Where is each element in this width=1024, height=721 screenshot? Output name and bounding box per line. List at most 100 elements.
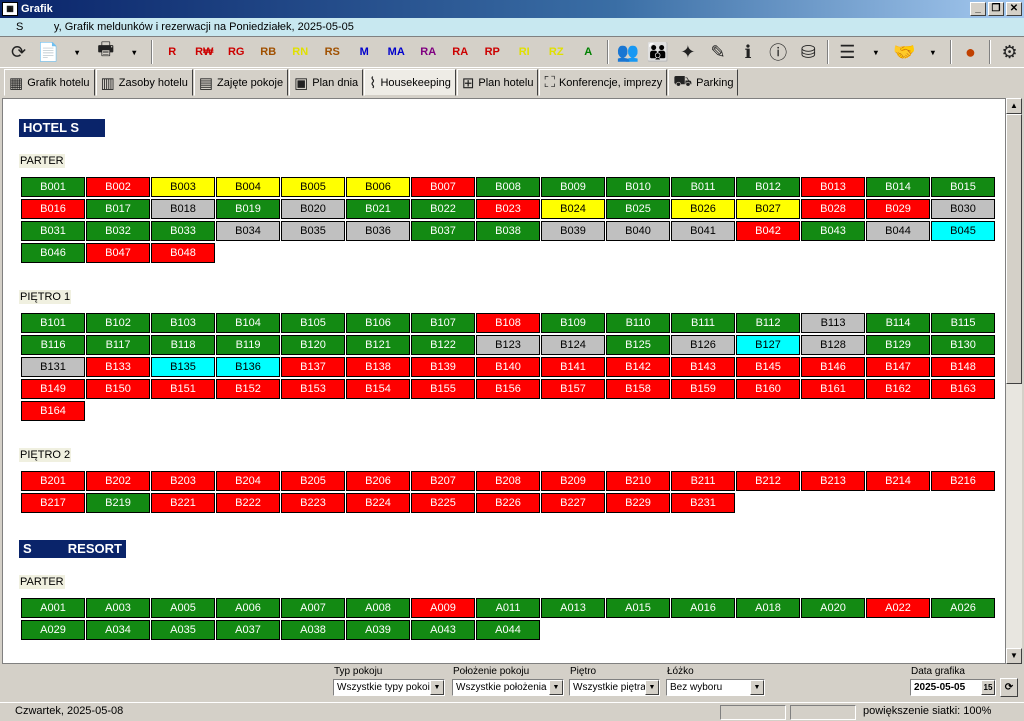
tab-grafik-hotelu[interactable]: ▦ Grafik hotelu: [4, 69, 95, 96]
room-cell[interactable]: A018: [736, 598, 800, 618]
room-cell[interactable]: B019: [216, 199, 280, 219]
room-cell[interactable]: B034: [216, 221, 280, 241]
room-cell[interactable]: B109: [541, 313, 605, 333]
room-cell[interactable]: B027: [736, 199, 800, 219]
room-cell[interactable]: B006: [346, 177, 410, 197]
room-cell[interactable]: B030: [931, 199, 995, 219]
room-cell[interactable]: B028: [801, 199, 865, 219]
room-cell[interactable]: A037: [216, 620, 280, 640]
room-cell[interactable]: B110: [606, 313, 670, 333]
room-cell[interactable]: A001: [21, 598, 85, 618]
room-cell[interactable]: B142: [606, 357, 670, 377]
room-cell[interactable]: B136: [216, 357, 280, 377]
room-cell[interactable]: B023: [476, 199, 540, 219]
export-dropdown-icon[interactable]: ▾: [64, 39, 90, 65]
room-type-select[interactable]: Wszystkie typy pokoi ▼: [333, 679, 445, 696]
floor-select[interactable]: Wszystkie piętra ▼: [569, 679, 660, 696]
room-cell[interactable]: B229: [606, 493, 670, 513]
list-dropdown-icon[interactable]: ▾: [863, 39, 889, 65]
room-cell[interactable]: B007: [411, 177, 475, 197]
room-cell[interactable]: B213: [801, 471, 865, 491]
status-filter-button[interactable]: R₩: [189, 39, 219, 65]
room-cell[interactable]: B127: [736, 335, 800, 355]
tab-zasoby-hotelu[interactable]: ▥ Zasoby hotelu: [95, 69, 193, 96]
tab-konferencje-imprezy[interactable]: ⛶ Konferencje, imprezy: [539, 69, 668, 96]
room-cell[interactable]: B046: [21, 243, 85, 263]
status-filter-button[interactable]: RA: [445, 39, 475, 65]
room-cell[interactable]: B026: [671, 199, 735, 219]
room-cell[interactable]: B216: [931, 471, 995, 491]
room-cell[interactable]: B217: [21, 493, 85, 513]
room-cell[interactable]: B116: [21, 335, 85, 355]
room-cell[interactable]: B164: [21, 401, 85, 421]
room-cell[interactable]: B008: [476, 177, 540, 197]
minimize-button[interactable]: _: [970, 2, 986, 16]
room-cell[interactable]: B141: [541, 357, 605, 377]
room-cell[interactable]: B042: [736, 221, 800, 241]
room-cell[interactable]: B101: [21, 313, 85, 333]
room-cell[interactable]: B024: [541, 199, 605, 219]
room-cell[interactable]: B113: [801, 313, 865, 333]
room-cell[interactable]: A022: [866, 598, 930, 618]
handshake-icon[interactable]: 🤝: [890, 39, 919, 65]
status-filter-button[interactable]: R: [157, 39, 187, 65]
room-cell[interactable]: B162: [866, 379, 930, 399]
room-cell[interactable]: B154: [346, 379, 410, 399]
print-dropdown-icon[interactable]: ▾: [121, 39, 147, 65]
room-cell[interactable]: B203: [151, 471, 215, 491]
room-cell[interactable]: B015: [931, 177, 995, 197]
room-cell[interactable]: B219: [86, 493, 150, 513]
room-cell[interactable]: B032: [86, 221, 150, 241]
room-cell[interactable]: B005: [281, 177, 345, 197]
room-cell[interactable]: B002: [86, 177, 150, 197]
chevron-down-icon[interactable]: ▼: [750, 680, 764, 695]
status-filter-button[interactable]: RN: [285, 39, 315, 65]
room-cell[interactable]: B038: [476, 221, 540, 241]
room-cell[interactable]: A007: [281, 598, 345, 618]
room-cell[interactable]: B122: [411, 335, 475, 355]
tab-housekeeping[interactable]: ⌇ Housekeeping: [364, 69, 456, 96]
room-cell[interactable]: B157: [541, 379, 605, 399]
database-icon[interactable]: ⛁: [794, 39, 823, 65]
room-cell[interactable]: B018: [151, 199, 215, 219]
room-cell[interactable]: B035: [281, 221, 345, 241]
tab-zajęte-pokoje[interactable]: ▤ Zajęte pokoje: [193, 69, 289, 96]
room-cell[interactable]: A043: [411, 620, 475, 640]
room-cell[interactable]: B210: [606, 471, 670, 491]
room-cell[interactable]: B118: [151, 335, 215, 355]
room-cell[interactable]: B226: [476, 493, 540, 513]
room-cell[interactable]: B133: [86, 357, 150, 377]
status-filter-button[interactable]: RZ: [541, 39, 571, 65]
room-cell[interactable]: B003: [151, 177, 215, 197]
room-cell[interactable]: B227: [541, 493, 605, 513]
guests-icon[interactable]: 👥: [613, 39, 642, 65]
room-cell[interactable]: B047: [86, 243, 150, 263]
room-cell[interactable]: B102: [86, 313, 150, 333]
room-cell[interactable]: B231: [671, 493, 735, 513]
status-filter-button[interactable]: RS: [317, 39, 347, 65]
magic-wand-icon[interactable]: ✦: [673, 39, 702, 65]
export-document-icon[interactable]: 📄: [34, 39, 63, 65]
room-cell[interactable]: B149: [21, 379, 85, 399]
close-button[interactable]: ✕: [1006, 2, 1022, 16]
status-filter-button[interactable]: RA: [413, 39, 443, 65]
room-cell[interactable]: B129: [866, 335, 930, 355]
room-cell[interactable]: B148: [931, 357, 995, 377]
room-cell[interactable]: B209: [541, 471, 605, 491]
room-cell[interactable]: B126: [671, 335, 735, 355]
room-cell[interactable]: A016: [671, 598, 735, 618]
date-input[interactable]: 2025-05-05 15: [910, 679, 996, 696]
room-cell[interactable]: B152: [216, 379, 280, 399]
room-cell[interactable]: B208: [476, 471, 540, 491]
room-cell[interactable]: A035: [151, 620, 215, 640]
room-cell[interactable]: B158: [606, 379, 670, 399]
room-cell[interactable]: B223: [281, 493, 345, 513]
room-cell[interactable]: B214: [866, 471, 930, 491]
room-cell[interactable]: B145: [736, 357, 800, 377]
room-cell[interactable]: B107: [411, 313, 475, 333]
status-filter-button[interactable]: RG: [221, 39, 251, 65]
chevron-down-icon[interactable]: ▼: [645, 680, 659, 695]
room-cell[interactable]: B224: [346, 493, 410, 513]
status-filter-button[interactable]: RB: [253, 39, 283, 65]
chevron-down-icon[interactable]: ▼: [549, 680, 563, 695]
